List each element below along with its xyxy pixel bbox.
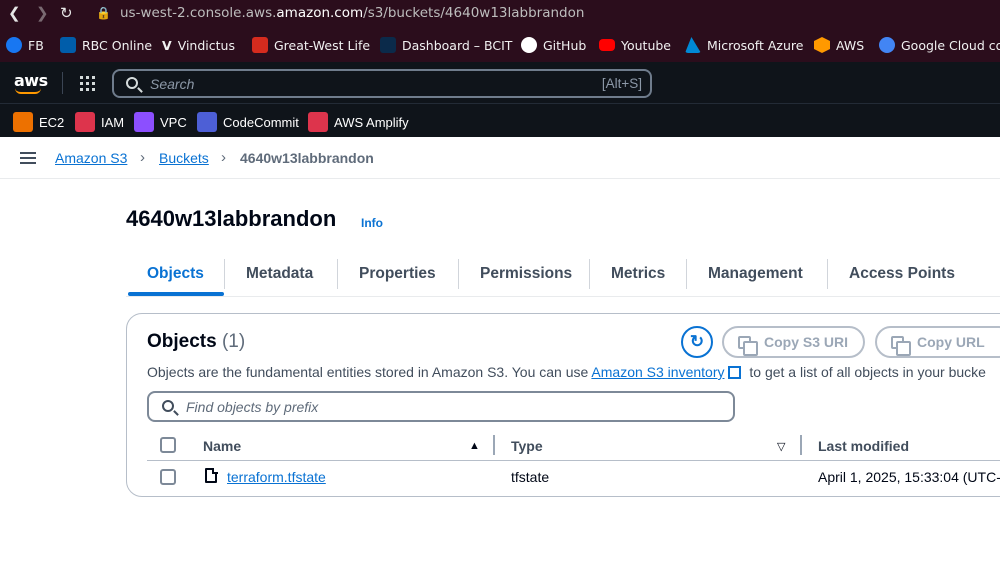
s3-inventory-link[interactable]: Amazon S3 inventory — [591, 364, 724, 380]
gwl-icon — [252, 37, 268, 53]
column-resizer[interactable] — [493, 435, 495, 455]
bookmarks-bar: FB RBC Online V Vindictus Great-West Life… — [0, 27, 1000, 62]
tab-divider — [686, 259, 687, 289]
active-tab-indicator — [128, 292, 224, 296]
objects-panel: Objects (1) ↻ Copy S3 URI Copy URL Objec… — [126, 313, 1000, 497]
browser-url-bar: ❮ ❯ ↻ 🔒 us-west-2.console.aws.amazon.com… — [0, 0, 1000, 27]
tab-divider — [589, 259, 590, 289]
bookmark-aws[interactable]: AWS — [814, 36, 864, 54]
tab-divider — [224, 259, 225, 289]
vindictus-icon: V — [162, 37, 172, 53]
column-name[interactable]: Name — [203, 438, 241, 454]
favorite-ec2[interactable]: EC2 — [13, 112, 64, 132]
sort-ascending-icon[interactable]: ▲ — [469, 440, 480, 452]
bookmark-rbc[interactable]: RBC Online — [60, 36, 152, 54]
tab-access-points[interactable]: Access Points — [849, 265, 955, 283]
bookmark-google-cloud[interactable]: Google Cloud cor — [879, 36, 1000, 54]
tab-bar: Objects Metadata Properties Permissions … — [126, 257, 1000, 297]
menu-icon[interactable] — [20, 152, 36, 164]
github-icon — [521, 37, 537, 53]
favorite-iam[interactable]: IAM — [75, 112, 124, 132]
objects-count: (1) — [221, 331, 246, 352]
column-last-modified[interactable]: Last modified — [818, 438, 909, 454]
table-header: Name ▲ Type ▽ Last modified — [147, 431, 1000, 461]
external-link-icon — [728, 366, 742, 379]
forward-arrow-icon[interactable]: ❯ — [36, 4, 49, 22]
azure-icon — [685, 37, 701, 53]
chevron-right-icon: › — [221, 149, 226, 166]
refresh-icon: ↻ — [689, 332, 705, 351]
copy-icon — [738, 336, 758, 356]
aws-cube-icon — [814, 37, 830, 53]
tab-properties[interactable]: Properties — [359, 265, 436, 283]
sort-descending-icon[interactable]: ▽ — [777, 440, 785, 453]
objects-heading: Objects (1) — [147, 331, 246, 352]
search-icon — [126, 77, 138, 89]
row-checkbox[interactable] — [160, 469, 176, 485]
iam-icon — [75, 112, 95, 132]
bcit-icon — [380, 37, 396, 53]
select-all-checkbox[interactable] — [160, 437, 176, 453]
tab-objects[interactable]: Objects — [147, 265, 204, 283]
search-input[interactable]: Search [Alt+S] — [112, 69, 652, 98]
tab-management[interactable]: Management — [708, 265, 803, 283]
bookmark-great-west-life[interactable]: Great-West Life — [252, 36, 370, 54]
tab-divider — [458, 259, 459, 289]
breadcrumb: Amazon S3 › Buckets › 4640w13labbrandon — [0, 137, 1000, 179]
find-objects-input[interactable]: Find objects by prefix — [147, 391, 735, 422]
vpc-icon — [134, 112, 154, 132]
favorites-bar: EC2 IAM VPC CodeCommit AWS Amplify — [0, 103, 1000, 137]
tab-divider — [337, 259, 338, 289]
bookmark-bcit[interactable]: Dashboard – BCIT — [380, 36, 512, 54]
search-icon — [162, 400, 174, 412]
objects-description: Objects are the fundamental entities sto… — [147, 364, 986, 380]
page-title: 4640w13labbrandon — [126, 206, 337, 231]
object-name-link[interactable]: terraform.tfstate — [227, 469, 326, 485]
breadcrumb-buckets[interactable]: Buckets — [159, 150, 209, 166]
tab-metrics[interactable]: Metrics — [611, 265, 665, 283]
tab-divider — [827, 259, 828, 289]
bookmark-fb[interactable]: FB — [6, 36, 44, 54]
favorite-codecommit[interactable]: CodeCommit — [197, 112, 299, 132]
codecommit-icon — [197, 112, 217, 132]
services-grid-icon[interactable] — [80, 76, 95, 91]
address-field[interactable]: us-west-2.console.aws.amazon.com/s3/buck… — [120, 5, 584, 21]
object-last-modified: April 1, 2025, 15:33:04 (UTC- — [818, 469, 1000, 485]
chevron-right-icon: › — [140, 149, 145, 166]
copy-s3-uri-button[interactable]: Copy S3 URI — [722, 326, 865, 358]
favorite-amplify[interactable]: AWS Amplify — [308, 112, 409, 132]
copy-icon — [891, 336, 911, 356]
divider — [62, 72, 63, 94]
copy-url-button[interactable]: Copy URL — [875, 326, 1000, 358]
ec2-icon — [13, 112, 33, 132]
table-row: terraform.tfstate tfstate April 1, 2025,… — [147, 461, 1000, 493]
google-cloud-icon — [879, 37, 895, 53]
amplify-icon — [308, 112, 328, 132]
back-arrow-icon[interactable]: ❮ — [8, 4, 21, 22]
lock-icon: 🔒 — [96, 6, 111, 20]
bookmark-youtube[interactable]: Youtube — [599, 36, 671, 54]
aws-logo[interactable]: aws — [14, 71, 48, 94]
bookmark-github[interactable]: GitHub — [521, 36, 586, 54]
breadcrumb-amazon-s3[interactable]: Amazon S3 — [55, 150, 127, 166]
reload-icon[interactable]: ↻ — [60, 4, 73, 22]
info-link[interactable]: Info — [361, 216, 383, 230]
column-resizer[interactable] — [800, 435, 802, 455]
refresh-button[interactable]: ↻ — [681, 326, 713, 358]
bookmark-azure[interactable]: Microsoft Azure — [685, 36, 803, 54]
favorite-vpc[interactable]: VPC — [134, 112, 187, 132]
youtube-icon — [599, 39, 615, 51]
facebook-icon — [6, 37, 22, 53]
file-icon — [205, 468, 218, 483]
tab-permissions[interactable]: Permissions — [480, 265, 572, 283]
column-type[interactable]: Type — [511, 438, 543, 454]
breadcrumb-current: 4640w13labbrandon — [240, 150, 374, 166]
object-type: tfstate — [511, 469, 550, 485]
rbc-icon — [60, 37, 76, 53]
tab-metadata[interactable]: Metadata — [246, 265, 313, 283]
bookmark-vindictus[interactable]: V Vindictus — [162, 36, 235, 54]
